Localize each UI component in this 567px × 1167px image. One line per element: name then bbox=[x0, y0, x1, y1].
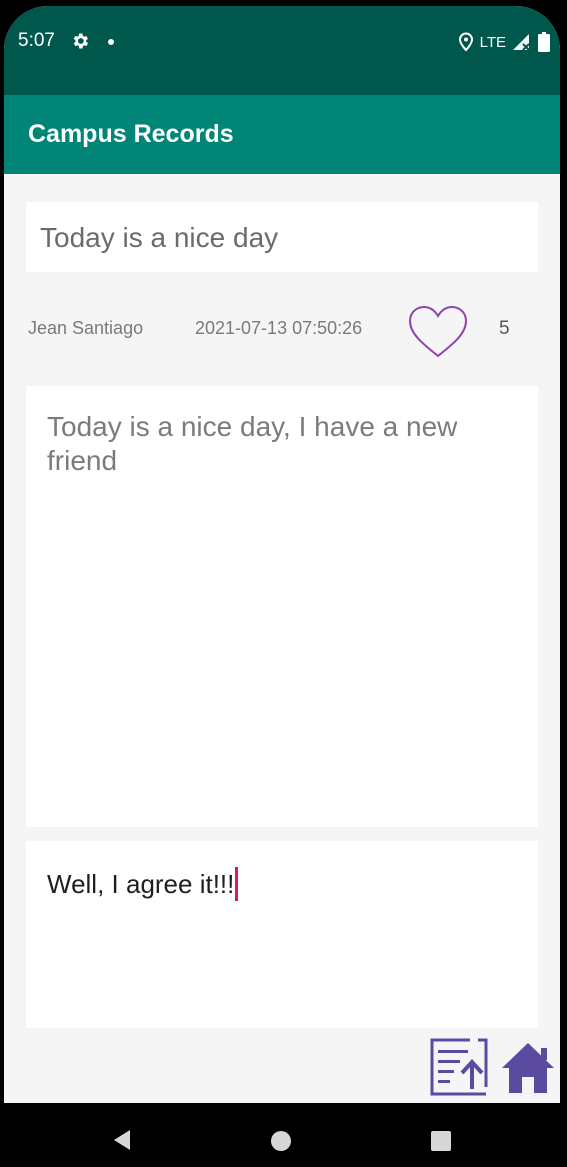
post-timestamp: 2021-07-13 07:50:26 bbox=[195, 318, 363, 338]
comment-field[interactable]: Well, I agree it!!! bbox=[26, 841, 538, 1028]
system-nav-bar bbox=[0, 1103, 567, 1167]
app-screen: 5:07 LTE Campus Records Today is a nice … bbox=[4, 6, 560, 1167]
like-count: 5 bbox=[499, 318, 510, 339]
nav-home-button[interactable] bbox=[271, 1131, 291, 1151]
post-content-card: Today is a nice day, I have a new friend bbox=[26, 386, 538, 827]
status-indicators: LTE bbox=[458, 31, 550, 53]
status-bar: 5:07 LTE bbox=[4, 6, 560, 95]
text-caret bbox=[235, 867, 239, 901]
status-time: 5:07 bbox=[18, 30, 55, 51]
signal-icon bbox=[513, 34, 530, 51]
post-title-card: Today is a nice day bbox=[26, 202, 538, 272]
comment-input[interactable]: Well, I agree it!!! bbox=[47, 867, 239, 901]
heart-icon bbox=[408, 305, 468, 358]
notification-dot bbox=[108, 39, 114, 45]
home-button[interactable] bbox=[501, 1040, 555, 1096]
post-author: Jean Santiago bbox=[28, 318, 144, 338]
device-frame: 5:07 LTE Campus Records Today is a nice … bbox=[0, 0, 567, 1167]
battery-icon bbox=[538, 32, 550, 52]
upload-icon bbox=[430, 1038, 488, 1096]
nav-recents-button[interactable] bbox=[431, 1131, 451, 1151]
network-type: LTE bbox=[479, 33, 506, 51]
upload-button[interactable] bbox=[428, 1037, 490, 1097]
post-title: Today is a nice day bbox=[40, 222, 279, 253]
gear-icon bbox=[73, 33, 88, 49]
back-icon[interactable] bbox=[110, 1128, 134, 1152]
like-button[interactable] bbox=[406, 304, 470, 360]
comment-text: Well, I agree it!!! bbox=[47, 868, 235, 899]
post-content: Today is a nice day, I have a new friend bbox=[47, 411, 458, 476]
location-icon bbox=[458, 32, 473, 52]
app-title: Campus Records bbox=[28, 120, 234, 148]
app-bar: Campus Records bbox=[4, 95, 560, 174]
home-icon bbox=[502, 1043, 554, 1093]
